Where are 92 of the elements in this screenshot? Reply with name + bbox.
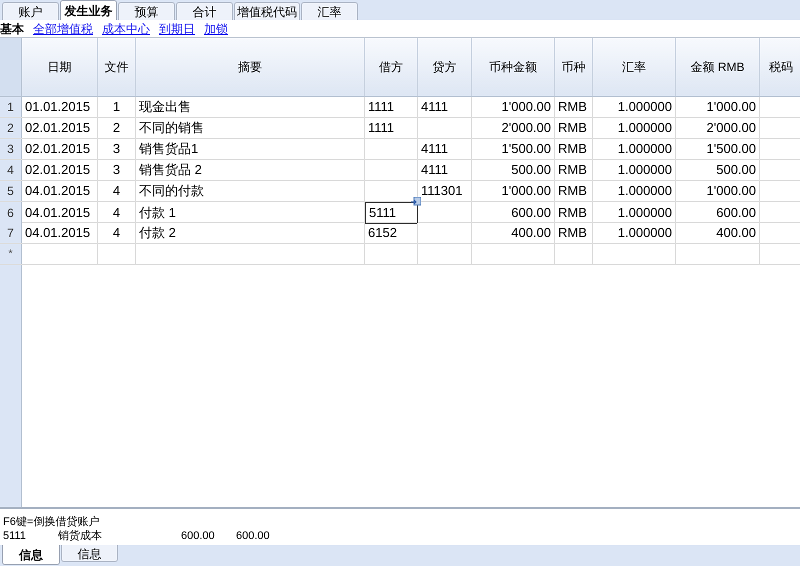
new-row-marker: * — [0, 244, 22, 264]
table-cell: RMB — [555, 223, 593, 243]
column-header[interactable]: 币种金额 — [472, 38, 555, 96]
table-cell: 4111 — [418, 160, 472, 180]
info-hint: F6键=倒换借贷账户 — [2, 515, 100, 529]
tab[interactable]: 账户 — [2, 2, 59, 20]
table-cell: 4111 — [418, 139, 472, 159]
table-cell: 1'000.00 — [472, 97, 555, 117]
view-link[interactable]: 全部增值税 — [33, 20, 93, 38]
row-number: 3 — [0, 139, 22, 159]
table-cell: 付款 2 — [136, 223, 365, 243]
table-cell: RMB — [555, 118, 593, 138]
tab[interactable]: 汇率 — [301, 2, 358, 20]
table-cell: RMB — [555, 139, 593, 159]
view-link[interactable]: 加锁 — [204, 20, 228, 38]
column-header[interactable]: 摘要 — [136, 38, 365, 96]
info-amount: 600.00 — [236, 529, 270, 543]
table-cell: 付款 1 — [136, 202, 365, 224]
column-header[interactable]: 借方 — [365, 38, 418, 96]
table-cell: 4111 — [418, 97, 472, 117]
view-link[interactable]: 到期日 — [159, 20, 195, 38]
table-cell: 02.01.2015 — [22, 139, 98, 159]
table-cell: 3 — [98, 139, 136, 159]
info-account: 5111 — [2, 529, 27, 543]
column-header[interactable]: 金额 RMB — [676, 38, 760, 96]
row-number: 6 — [0, 202, 22, 224]
table-cell: 不同的销售 — [136, 118, 365, 138]
column-header[interactable]: 币种 — [555, 38, 593, 96]
row-number: 5 — [0, 181, 22, 201]
table-cell: 1'000.00 — [472, 181, 555, 201]
table-cell: RMB — [555, 97, 593, 117]
table-cell: 2'000.00 — [676, 118, 760, 138]
table-cell: 600.00 — [676, 202, 760, 224]
table-cell: 1'000.00 — [676, 181, 760, 201]
table-cell: 04.01.2015 — [22, 181, 98, 201]
table-cell: 6152 — [365, 223, 418, 243]
table-cell: 400.00 — [676, 223, 760, 243]
table-cell: 1.000000 — [593, 181, 676, 201]
table-cell: 2 — [98, 118, 136, 138]
tab[interactable]: 合计 — [176, 2, 233, 20]
table-cell: 销售货品1 — [136, 139, 365, 159]
tab[interactable]: 增值税代码 — [234, 2, 300, 20]
column-header[interactable]: 汇率 — [593, 38, 676, 96]
tab[interactable]: 预算 — [118, 2, 175, 20]
table-cell: 4 — [98, 181, 136, 201]
table-cell: 1.000000 — [593, 202, 676, 224]
table-cell: 现金出售 — [136, 97, 365, 117]
column-header[interactable]: 日期 — [22, 38, 98, 96]
column-header[interactable]: 贷方 — [418, 38, 472, 96]
table-cell: 1 — [98, 97, 136, 117]
info-account-name: 销货成本 — [58, 529, 103, 543]
cell-edit-icon[interactable] — [411, 197, 421, 206]
table-cell: 1'500.00 — [472, 139, 555, 159]
table-cell: 04.01.2015 — [22, 202, 98, 224]
table-cell: 02.01.2015 — [22, 118, 98, 138]
table-cell: 销售货品 2 — [136, 160, 365, 180]
bottom-tab[interactable]: 信息 — [61, 545, 118, 562]
column-header[interactable]: 税码 — [760, 38, 800, 96]
info-amount: 600.00 — [181, 529, 216, 543]
row-number: 4 — [0, 160, 22, 180]
bottom-tab[interactable]: 信息 — [2, 545, 60, 565]
table-cell: 2'000.00 — [472, 118, 555, 138]
table-cell: 500.00 — [676, 160, 760, 180]
table-cell: 3 — [98, 160, 136, 180]
table-cell: 04.01.2015 — [22, 223, 98, 243]
row-number: 7 — [0, 223, 22, 243]
table-cell: 4 — [98, 223, 136, 243]
table-cell: 600.00 — [472, 202, 555, 224]
table-cell: 500.00 — [472, 160, 555, 180]
table-cell: 1'000.00 — [676, 97, 760, 117]
table-cell: 1.000000 — [593, 139, 676, 159]
table-cell: 1.000000 — [593, 160, 676, 180]
view-link[interactable]: 成本中心 — [102, 20, 150, 38]
table-cell: 1'500.00 — [676, 139, 760, 159]
table-cell: 01.01.2015 — [22, 97, 98, 117]
row-number: 1 — [0, 97, 22, 117]
table-cell: 1.000000 — [593, 223, 676, 243]
row-number: 2 — [0, 118, 22, 138]
table-cell: RMB — [555, 160, 593, 180]
table-cell: 4 — [98, 202, 136, 224]
table-cell: 1111 — [365, 97, 418, 117]
table-cell: RMB — [555, 181, 593, 201]
table-cell: 02.01.2015 — [22, 160, 98, 180]
column-header[interactable]: 文件 — [98, 38, 136, 96]
table-cell: 1111 — [365, 118, 418, 138]
tab[interactable]: 发生业务 — [60, 0, 117, 20]
table-cell: RMB — [555, 202, 593, 224]
table-cell: 400.00 — [472, 223, 555, 243]
view-link[interactable]: 基本 — [0, 20, 24, 38]
table-cell: 1.000000 — [593, 97, 676, 117]
table-cell: 不同的付款 — [136, 181, 365, 201]
table-cell: 1.000000 — [593, 118, 676, 138]
